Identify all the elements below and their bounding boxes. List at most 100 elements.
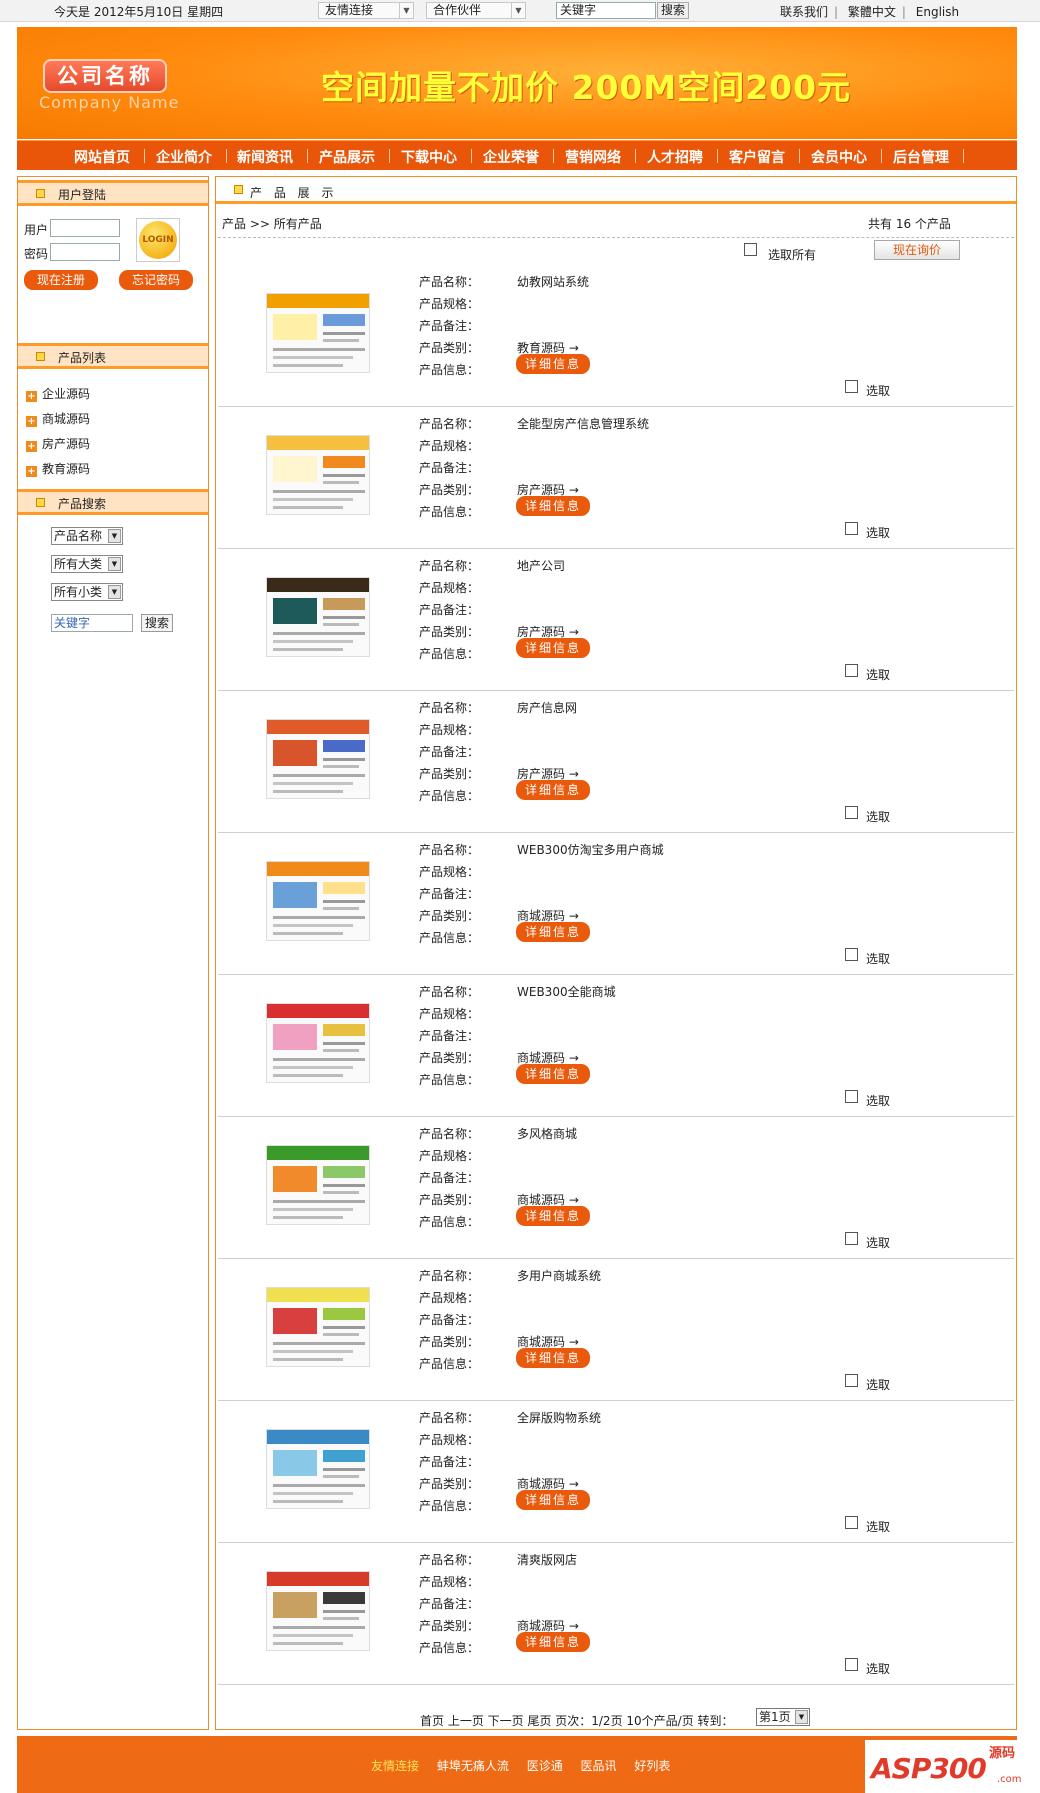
asp300-logo-com: .com <box>997 1774 1022 1785</box>
bullet-icon <box>36 498 45 507</box>
footer-link[interactable]: 好列表 <box>634 1759 670 1773</box>
product-thumbnail[interactable] <box>266 719 370 799</box>
product-select-checkbox[interactable] <box>845 522 858 535</box>
product-name[interactable]: WEB300仿淘宝多用户商城 <box>517 841 664 858</box>
big-category-select[interactable]: 所有大类 ▼ <box>51 555 123 573</box>
product-name[interactable]: 全屏版购物系统 <box>517 1409 601 1426</box>
chevron-down-icon: ▼ <box>108 557 121 571</box>
field-label-note: 产品备注： <box>419 319 480 333</box>
category-education[interactable]: + 教育源码 <box>26 460 90 477</box>
category-enterprise[interactable]: + 企业源码 <box>26 385 90 402</box>
product-thumbnail[interactable] <box>266 861 370 941</box>
nav-members[interactable]: 会员中心 <box>811 147 867 167</box>
page-jump-select[interactable]: 第1页 ▼ <box>756 1708 810 1726</box>
detail-button[interactable]: 详细信息 <box>516 1632 590 1652</box>
forgot-password-button[interactable]: 忘记密码 <box>119 270 193 290</box>
thumb-block <box>273 1024 317 1050</box>
field-label-spec: 产品规格： <box>419 1007 480 1021</box>
product-select-checkbox[interactable] <box>845 1658 858 1671</box>
product-thumbnail[interactable] <box>266 577 370 657</box>
thumb-line <box>323 1191 359 1194</box>
product-select-checkbox[interactable] <box>845 380 858 393</box>
asp300-logo[interactable]: ASP300 源码 .com <box>865 1740 1022 1793</box>
nav-admin[interactable]: 后台管理 <box>893 147 949 167</box>
login-button[interactable]: LOGIN <box>136 218 180 262</box>
sidebar-search-input[interactable]: 关键字 <box>51 614 133 632</box>
product-thumbnail[interactable] <box>266 435 370 515</box>
select-all-checkbox[interactable] <box>744 243 757 256</box>
sidebar-search-button[interactable]: 搜索 <box>141 614 173 632</box>
product-row: 产品名称： 产品规格： 产品备注： 产品类别： 产品信息： 多风格商城 商城源码 → 详细信息… <box>218 1117 1014 1259</box>
thumb-block <box>323 456 365 468</box>
nav-home[interactable]: 网站首页 <box>74 147 130 167</box>
thumb-line <box>273 632 365 635</box>
detail-button[interactable]: 详细信息 <box>516 1064 590 1084</box>
small-category-select[interactable]: 所有小类 ▼ <box>51 583 123 601</box>
nav-about[interactable]: 企业简介 <box>156 147 212 167</box>
product-thumbnail[interactable] <box>266 1003 370 1083</box>
field-label-spec: 产品规格： <box>419 723 480 737</box>
product-select-checkbox[interactable] <box>845 948 858 961</box>
product-name[interactable]: 多风格商城 <box>517 1125 577 1142</box>
pagination-text[interactable]: 首页 上一页 下一页 尾页 页次：1/2页 10个产品/页 转到： <box>420 1714 734 1728</box>
footer-link[interactable]: 医品讯 <box>581 1759 617 1773</box>
product-select-checkbox[interactable] <box>845 806 858 819</box>
partners-select[interactable]: 合作伙伴 ▼ <box>426 2 526 19</box>
detail-button[interactable]: 详细信息 <box>516 638 590 658</box>
traditional-chinese-link[interactable]: 繁體中文 <box>848 5 896 19</box>
nav-news[interactable]: 新闻资讯 <box>237 147 293 167</box>
password-label: 密码 <box>24 247 49 261</box>
detail-button[interactable]: 详细信息 <box>516 496 590 516</box>
product-select-checkbox[interactable] <box>845 1516 858 1529</box>
category-realestate[interactable]: + 房产源码 <box>26 435 90 452</box>
footer-link[interactable]: 蚌埠无痛人流 <box>437 1759 509 1773</box>
thumb-block <box>273 598 317 624</box>
product-select-checkbox[interactable] <box>845 1374 858 1387</box>
product-thumbnail[interactable] <box>266 293 370 373</box>
thumb-line <box>323 900 365 903</box>
product-select-checkbox[interactable] <box>845 1232 858 1245</box>
contact-us-link[interactable]: 联系我们 <box>780 5 828 19</box>
product-name[interactable]: 多用户商城系统 <box>517 1267 601 1284</box>
product-select-checkbox[interactable] <box>845 664 858 677</box>
product-thumbnail[interactable] <box>266 1571 370 1651</box>
product-thumbnail[interactable] <box>266 1429 370 1509</box>
english-link[interactable]: English <box>916 5 959 19</box>
product-thumbnail[interactable] <box>266 1145 370 1225</box>
product-name[interactable]: 房产信息网 <box>517 699 577 716</box>
password-input[interactable] <box>50 243 120 261</box>
search-field-select[interactable]: 产品名称 ▼ <box>51 527 123 545</box>
detail-button[interactable]: 详细信息 <box>516 354 590 374</box>
top-search-input[interactable]: 关键字 <box>556 2 656 19</box>
nav-products[interactable]: 产品展示 <box>319 147 375 167</box>
nav-honors[interactable]: 企业荣誉 <box>483 147 539 167</box>
product-name[interactable]: 清爽版网店 <box>517 1551 577 1568</box>
detail-button[interactable]: 详细信息 <box>516 922 590 942</box>
field-label-note: 产品备注： <box>419 745 480 759</box>
nav-downloads[interactable]: 下载中心 <box>401 147 457 167</box>
product-thumbnail[interactable] <box>266 1287 370 1367</box>
detail-button[interactable]: 详细信息 <box>516 1348 590 1368</box>
detail-button[interactable]: 详细信息 <box>516 1206 590 1226</box>
chevron-down-icon: ▼ <box>399 3 413 18</box>
footer-link[interactable]: 医诊通 <box>527 1759 563 1773</box>
detail-button[interactable]: 详细信息 <box>516 780 590 800</box>
company-logo[interactable]: 公司名称 <box>43 59 167 93</box>
category-mall[interactable]: + 商城源码 <box>26 410 90 427</box>
nav-marketing[interactable]: 营销网络 <box>565 147 621 167</box>
top-search-button[interactable]: 搜索 <box>657 2 689 19</box>
product-select-checkbox[interactable] <box>845 1090 858 1103</box>
field-label-name: 产品名称： <box>419 1269 480 1283</box>
product-name[interactable]: 地产公司 <box>517 557 565 574</box>
inquiry-button[interactable]: 现在询价 <box>874 240 960 260</box>
product-name[interactable]: WEB300全能商城 <box>517 983 616 1000</box>
product-name[interactable]: 全能型房产信息管理系统 <box>517 415 649 432</box>
thumb-line <box>273 506 343 509</box>
username-input[interactable] <box>50 219 120 237</box>
product-name[interactable]: 幼教网站系统 <box>517 273 589 290</box>
friend-links-select[interactable]: 友情连接 ▼ <box>318 2 414 19</box>
register-button[interactable]: 现在注册 <box>24 270 98 290</box>
nav-jobs[interactable]: 人才招聘 <box>647 147 703 167</box>
nav-guestbook[interactable]: 客户留言 <box>729 147 785 167</box>
detail-button[interactable]: 详细信息 <box>516 1490 590 1510</box>
